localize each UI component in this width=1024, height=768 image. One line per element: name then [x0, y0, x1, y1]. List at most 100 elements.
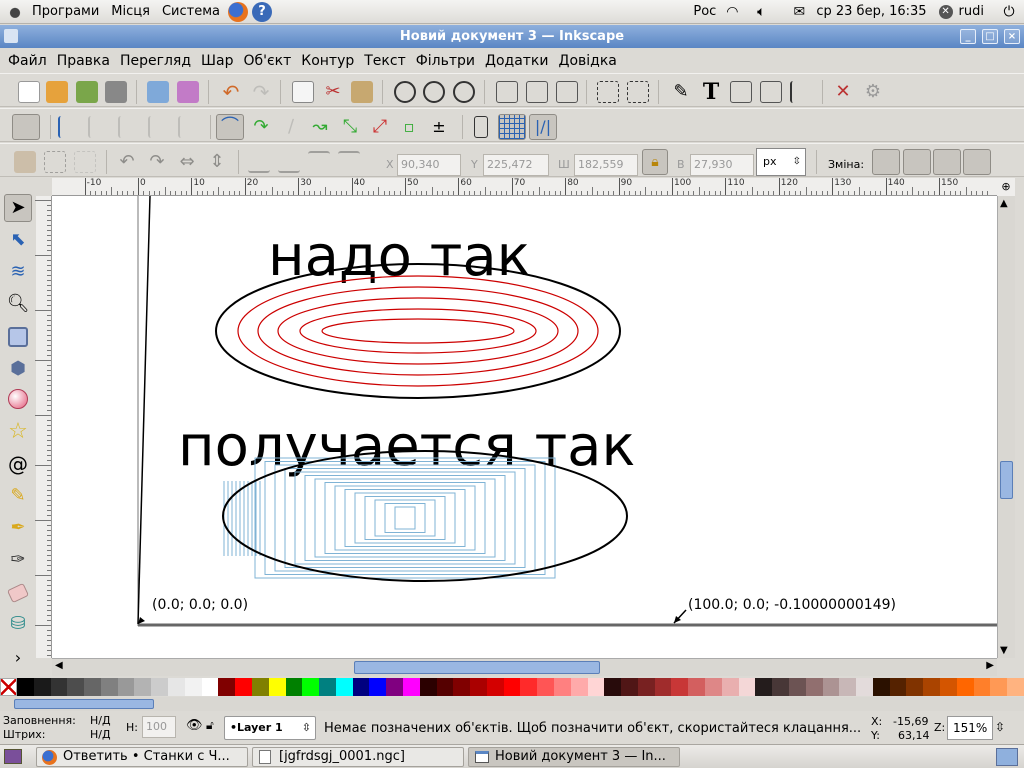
taskbar-item-inkscape[interactable]: Новий документ 3 — In...: [468, 747, 680, 767]
menu-path[interactable]: Контур: [296, 53, 359, 69]
copy-icon[interactable]: [292, 81, 314, 103]
zoom-drawing-icon[interactable]: [423, 81, 445, 103]
palette-swatch[interactable]: [184, 678, 202, 696]
lower-to-bottom-icon[interactable]: [248, 151, 270, 173]
palette-scrollbar[interactable]: [0, 697, 1024, 711]
zoom-selection-icon[interactable]: [394, 81, 416, 103]
power-icon[interactable]: ⏻: [1000, 4, 1018, 20]
palette-swatch[interactable]: [285, 678, 303, 696]
palette-swatch[interactable]: [302, 678, 320, 696]
height-field[interactable]: 27,930: [690, 154, 754, 176]
scroll-down-icon[interactable]: ▼: [1000, 645, 1008, 656]
taskbar-item-file[interactable]: [jgfrdsgj_0001.ngc]: [252, 747, 464, 767]
palette-swatch[interactable]: [621, 678, 638, 696]
clone-icon[interactable]: [526, 81, 548, 103]
panel-menu-applications[interactable]: Програми: [26, 4, 105, 19]
palette-swatch[interactable]: [386, 678, 403, 696]
stroke-to-path-icon[interactable]: ±: [428, 116, 450, 138]
flip-vertical-icon[interactable]: ⇕: [206, 151, 228, 173]
join-segment-icon[interactable]: [178, 116, 200, 138]
auto-smooth-icon[interactable]: ↝: [309, 116, 331, 138]
palette-swatch[interactable]: [168, 678, 185, 696]
y-field[interactable]: 225,472: [483, 154, 549, 176]
scale-stroke-icon[interactable]: [872, 149, 900, 175]
palette-swatch[interactable]: [939, 678, 957, 696]
taskbar-item-firefox[interactable]: Ответить • Станки с Ч...: [36, 747, 248, 767]
object-to-path-icon[interactable]: ▫: [398, 116, 420, 138]
scale-corners-icon[interactable]: [903, 149, 931, 175]
palette-swatch[interactable]: [872, 678, 890, 696]
zoom-page-icon[interactable]: [453, 81, 475, 103]
palette-swatch[interactable]: [990, 678, 1008, 696]
palette-swatch[interactable]: [117, 678, 135, 696]
palette-swatch[interactable]: [570, 678, 588, 696]
palette-swatch[interactable]: [134, 678, 152, 696]
import-icon[interactable]: [147, 81, 169, 103]
horizontal-scroll-thumb[interactable]: [354, 661, 600, 674]
palette-swatch[interactable]: [1007, 678, 1024, 696]
menu-view[interactable]: Перегляд: [115, 53, 196, 69]
firefox-launcher-icon[interactable]: [227, 1, 248, 22]
palette-swatch[interactable]: [856, 678, 873, 696]
palette-swatch[interactable]: [436, 678, 454, 696]
opacity-field[interactable]: 100: [142, 716, 176, 738]
segment-curve-icon[interactable]: ⤢: [369, 116, 391, 138]
workspace-switcher[interactable]: [996, 748, 1018, 766]
scroll-right-icon[interactable]: ▶: [986, 660, 994, 671]
vertical-scrollbar[interactable]: ▲ ▼: [997, 196, 1015, 658]
zoom-spin-icon[interactable]: ⇳: [995, 720, 1005, 734]
symmetric-node-icon[interactable]: ∕: [280, 116, 302, 138]
join-nodes-icon[interactable]: [118, 116, 140, 138]
palette-swatch[interactable]: [554, 678, 571, 696]
flip-horizontal-icon[interactable]: ⇔: [176, 151, 198, 173]
panel-menu-places[interactable]: Місця: [105, 4, 156, 19]
palette-swatch[interactable]: [352, 678, 370, 696]
open-icon[interactable]: [46, 81, 68, 103]
minimize-button[interactable]: _: [960, 29, 976, 44]
close-button[interactable]: ×: [1004, 29, 1020, 44]
select-all-icon[interactable]: [14, 151, 36, 173]
eye-icon[interactable]: 👁︎: [186, 718, 203, 733]
menu-edit[interactable]: Правка: [52, 53, 115, 69]
x-field[interactable]: 90,340: [397, 154, 461, 176]
menu-help[interactable]: Довідка: [554, 53, 622, 69]
menu-text[interactable]: Текст: [359, 53, 410, 69]
move-gradients-icon[interactable]: [933, 149, 961, 175]
palette-swatch[interactable]: [151, 678, 169, 696]
align-distribute-icon[interactable]: [790, 81, 812, 103]
palette-swatch[interactable]: [839, 678, 857, 696]
stroke-value[interactable]: Н/Д: [90, 728, 111, 741]
segment-line-icon[interactable]: ⤡: [339, 116, 361, 138]
selector-tool-icon[interactable]: ➤: [4, 194, 32, 222]
palette-swatch[interactable]: [738, 678, 756, 696]
drawing-canvas[interactable]: надо так получается так (0.0; 0.0; 0.0) …: [52, 196, 997, 658]
vertical-scroll-thumb[interactable]: [1000, 461, 1013, 499]
preferences-icon[interactable]: ✕: [832, 81, 854, 103]
show-handles-icon[interactable]: [474, 116, 488, 138]
text-font-icon[interactable]: T: [700, 81, 722, 103]
rotate-cw-icon[interactable]: ↷: [146, 151, 168, 173]
palette-swatch[interactable]: [956, 678, 974, 696]
palette-swatch[interactable]: [637, 678, 655, 696]
palette-swatch[interactable]: [201, 678, 219, 696]
eraser-tool-icon[interactable]: [6, 582, 30, 604]
palette-swatch[interactable]: [503, 678, 521, 696]
star-tool-icon[interactable]: ☆: [4, 418, 32, 446]
palette-swatch[interactable]: [721, 678, 739, 696]
palette-swatch[interactable]: [822, 678, 840, 696]
palette-swatch[interactable]: [470, 678, 487, 696]
palette-swatch[interactable]: [973, 678, 991, 696]
menu-filters[interactable]: Фільтри: [411, 53, 480, 69]
break-path-icon[interactable]: [148, 116, 170, 138]
duplicate-icon[interactable]: [496, 81, 518, 103]
palette-swatch[interactable]: [319, 678, 336, 696]
tweak-tool-icon[interactable]: ≋: [4, 258, 32, 286]
menu-file[interactable]: Файл: [3, 53, 52, 69]
ungroup-icon[interactable]: [627, 81, 649, 103]
palette-swatch[interactable]: [218, 678, 236, 696]
lower-icon[interactable]: [278, 151, 300, 173]
xml-layers-icon[interactable]: [730, 81, 752, 103]
palette-swatch[interactable]: [402, 678, 420, 696]
layer-select[interactable]: •Layer 1 ⇳: [224, 716, 316, 740]
zoom-tool-icon[interactable]: 🔍︎: [4, 290, 32, 318]
